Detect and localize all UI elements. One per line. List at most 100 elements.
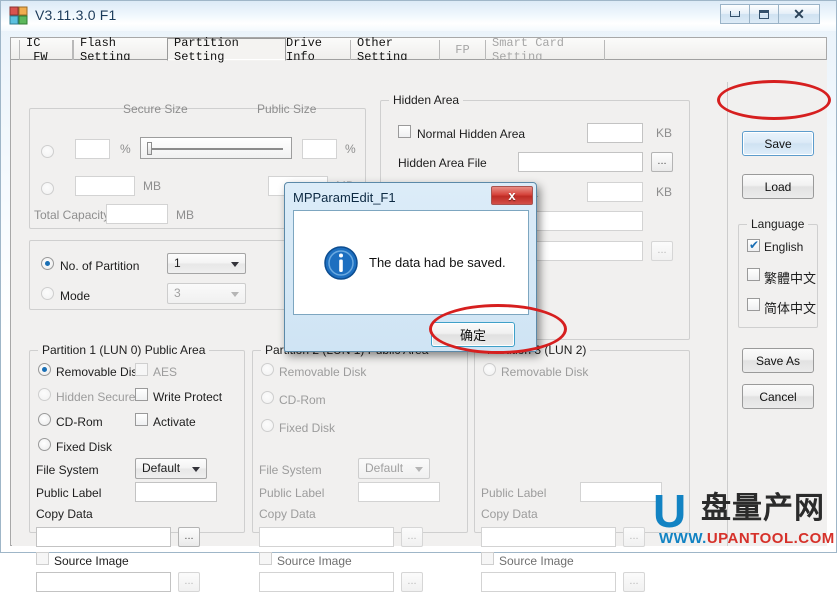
language-group-label: Language — [747, 217, 808, 231]
p2-fixed-disk-label: Fixed Disk — [279, 421, 335, 435]
p3-public-label-label: Public Label — [481, 486, 546, 500]
mb-mode-radio[interactable] — [41, 182, 54, 195]
partition-1-label: Partition 1 (LUN 0) Public Area — [38, 343, 209, 357]
normal-hidden-area-unit: KB — [656, 126, 672, 140]
p1-fixed-disk-radio[interactable] — [38, 438, 51, 451]
tab-other-setting[interactable]: Other Setting — [350, 40, 440, 60]
p1-public-label-input[interactable] — [135, 482, 217, 502]
p2-source-image-input[interactable] — [259, 572, 394, 592]
p3-source-image-browse-button[interactable]: ... — [623, 572, 645, 592]
partition-1-group: Partition 1 (LUN 0) Public Area Removabl… — [29, 350, 245, 533]
language-english-checkbox[interactable] — [747, 239, 760, 252]
p1-source-image-input[interactable] — [36, 572, 171, 592]
p1-source-image-checkbox[interactable] — [36, 552, 49, 565]
p1-file-system-label: File System — [36, 463, 99, 477]
p1-removable-disk-radio[interactable] — [38, 363, 51, 376]
normal-hidden-area-input[interactable] — [587, 123, 643, 143]
message-dialog: MPParamEdit_F1 x The data had be saved. … — [284, 182, 537, 352]
dialog-title: MPParamEdit_F1 — [293, 190, 396, 205]
secure-percent-input[interactable] — [75, 139, 110, 159]
p3-copy-data-browse-button[interactable]: ... — [623, 527, 645, 547]
p2-removable-disk-radio[interactable] — [261, 363, 274, 376]
p2-copy-data-label: Copy Data — [259, 507, 316, 521]
title-bar: V3.11.3.0 F1 ✕ — [1, 1, 836, 31]
public-percent-input[interactable] — [302, 139, 337, 159]
dialog-close-icon[interactable]: x — [491, 186, 533, 205]
p3-source-image-checkbox[interactable] — [481, 552, 494, 565]
tab-fp[interactable]: FP — [439, 40, 486, 60]
p2-source-image-browse-button[interactable]: ... — [401, 572, 423, 592]
hidden-area-extra-input-1[interactable] — [521, 211, 643, 231]
chevron-down-icon — [231, 262, 239, 267]
p1-file-system-select[interactable]: Default — [135, 458, 207, 479]
p1-copy-data-input[interactable] — [36, 527, 171, 547]
language-english-label: English — [764, 240, 803, 254]
p1-public-label-label: Public Label — [36, 486, 101, 500]
p1-activate-checkbox[interactable] — [135, 413, 148, 426]
tab-ic-fw[interactable]: IC _FW — [19, 40, 73, 60]
p3-copy-data-input[interactable] — [481, 527, 616, 547]
p3-removable-disk-label: Removable Disk — [501, 365, 588, 379]
maximize-icon[interactable] — [749, 4, 778, 24]
p1-cd-rom-radio[interactable] — [38, 413, 51, 426]
p3-removable-disk-radio[interactable] — [483, 363, 496, 376]
p3-public-label-input[interactable] — [580, 482, 662, 502]
mode-select[interactable]: 3 — [167, 283, 246, 304]
normal-hidden-area-checkbox[interactable] — [398, 125, 411, 138]
right-rail: Save Load Language English 繁體中文 简体中文 Sav… — [727, 82, 826, 546]
p2-public-label-input[interactable] — [358, 482, 440, 502]
hidden-area-extra-browse-button[interactable]: ... — [651, 241, 673, 261]
dialog-ok-button[interactable]: 确定 — [431, 322, 515, 347]
p2-fixed-disk-radio[interactable] — [261, 419, 274, 432]
tab-drive-info[interactable]: Drive Info — [279, 40, 351, 60]
tab-smart-card-setting[interactable]: Smart Card Setting — [485, 40, 605, 60]
no-of-partition-select[interactable]: 1 — [167, 253, 246, 274]
p2-copy-data-input[interactable] — [259, 527, 394, 547]
p1-cd-rom-label: CD-Rom — [56, 415, 103, 429]
chevron-down-icon — [231, 292, 239, 297]
close-icon[interactable]: ✕ — [778, 4, 820, 24]
language-simplified-chinese-checkbox[interactable] — [747, 298, 760, 311]
protected-hidden-area-input[interactable] — [587, 182, 643, 202]
normal-hidden-area-label: Normal Hidden Area — [417, 127, 525, 141]
public-percent-unit: % — [345, 142, 356, 156]
p2-cd-rom-radio[interactable] — [261, 391, 274, 404]
p1-hidden-secure-radio[interactable] — [38, 388, 51, 401]
save-as-button[interactable]: Save As — [742, 348, 814, 373]
p2-file-system-label: File System — [259, 463, 322, 477]
tab-strip: IC _FW Flash Setting Partition Setting D… — [11, 38, 826, 60]
p1-aes-checkbox[interactable] — [135, 363, 148, 376]
p2-file-system-select[interactable]: Default — [358, 458, 430, 479]
language-traditional-chinese-checkbox[interactable] — [747, 268, 760, 281]
p3-source-image-input[interactable] — [481, 572, 616, 592]
save-button[interactable]: Save — [742, 131, 814, 156]
secure-size-label: Secure Size — [123, 102, 188, 116]
p2-source-image-checkbox[interactable] — [259, 552, 272, 565]
p1-file-system-value: Default — [142, 461, 180, 475]
cancel-button[interactable]: Cancel — [742, 384, 814, 409]
hidden-area-extra-input-2[interactable] — [521, 241, 643, 261]
info-icon — [324, 246, 358, 280]
hidden-area-file-browse-button[interactable]: ... — [651, 152, 673, 172]
size-slider[interactable] — [140, 137, 292, 159]
p1-copy-data-browse-button[interactable]: ... — [178, 527, 200, 547]
application-window: V3.11.3.0 F1 ✕ IC _FW Flash Setting Part… — [0, 0, 837, 553]
slider-thumb[interactable] — [147, 142, 152, 155]
mode-radio[interactable] — [41, 287, 54, 300]
no-of-partition-label: No. of Partition — [60, 259, 139, 273]
tab-partition-setting[interactable]: Partition Setting — [167, 38, 286, 61]
mode-value: 3 — [174, 286, 181, 300]
total-capacity-input[interactable] — [106, 204, 168, 224]
secure-mb-input[interactable] — [75, 176, 135, 196]
load-button[interactable]: Load — [742, 174, 814, 199]
p1-write-protect-checkbox[interactable] — [135, 388, 148, 401]
tab-flash-setting[interactable]: Flash Setting — [73, 40, 178, 60]
no-of-partition-radio[interactable] — [41, 257, 54, 270]
window-title: V3.11.3.0 F1 — [35, 7, 117, 23]
percent-mode-radio[interactable] — [41, 145, 54, 158]
minimize-icon[interactable] — [720, 4, 749, 24]
hidden-area-file-input[interactable] — [518, 152, 643, 172]
p2-copy-data-browse-button[interactable]: ... — [401, 527, 423, 547]
dialog-message: The data had be saved. — [369, 255, 506, 270]
p1-source-image-browse-button[interactable]: ... — [178, 572, 200, 592]
